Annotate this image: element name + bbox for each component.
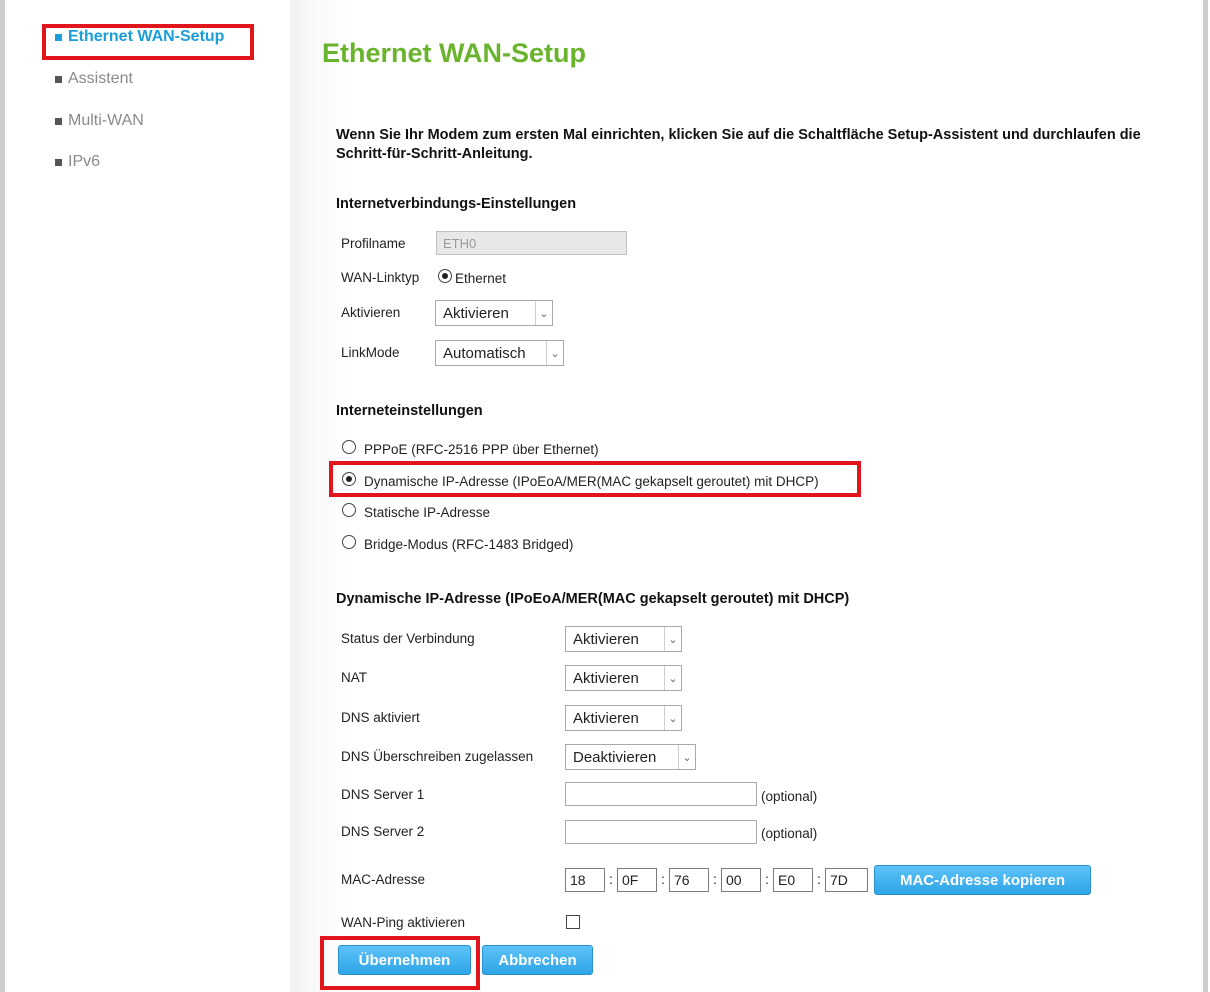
select-value: Aktivieren xyxy=(573,630,639,648)
bridge-mode-label: Bridge-Modus (RFC-1483 Bridged) xyxy=(364,537,574,552)
chevron-down-icon: ⌄ xyxy=(664,666,681,690)
sidebar-item-label: IPv6 xyxy=(68,153,101,170)
highlight-frame xyxy=(329,461,861,497)
mac-segment-6[interactable] xyxy=(825,868,868,892)
bullet-icon xyxy=(55,75,62,83)
highlight-frame xyxy=(320,936,480,990)
sidebar-item-label: Multi-WAN xyxy=(68,112,144,129)
status-label: Status der Verbindung xyxy=(341,631,475,646)
mac-separator: : xyxy=(661,871,665,887)
select-value: Aktivieren xyxy=(443,304,509,322)
mac-segment-3[interactable] xyxy=(669,868,709,892)
bridge-mode-radio[interactable] xyxy=(342,535,356,549)
chevron-down-icon: ⌄ xyxy=(664,627,681,651)
section-title-internet: Interneteinstellungen xyxy=(336,403,483,419)
sidebar-item-label: Assistent xyxy=(68,70,133,87)
profile-label: Profilname xyxy=(341,236,406,251)
chevron-down-icon: ⌄ xyxy=(678,745,695,769)
bullet-icon xyxy=(55,117,62,125)
optional-label: (optional) xyxy=(761,826,818,841)
nat-select[interactable]: Aktivieren ⌄ xyxy=(565,665,682,691)
select-value: Aktivieren xyxy=(573,709,639,727)
copy-mac-button[interactable]: MAC-Adresse kopieren xyxy=(874,865,1091,895)
dns-server-2-input[interactable] xyxy=(565,820,757,844)
pppoe-label: PPPoE (RFC-2516 PPP über Ethernet) xyxy=(364,442,599,457)
mac-separator: : xyxy=(817,871,821,887)
bullet-icon xyxy=(55,158,62,166)
sidebar-item-ipv6[interactable]: IPv6 xyxy=(55,153,100,171)
wan-ping-checkbox[interactable] xyxy=(566,915,580,929)
select-value: Deaktivieren xyxy=(573,748,657,766)
cancel-button[interactable]: Abbrechen xyxy=(482,945,593,975)
mac-segment-4[interactable] xyxy=(721,868,761,892)
section-title-dhcp: Dynamische IP-Adresse (IPoEoA/MER(MAC ge… xyxy=(336,591,850,607)
chevron-down-icon: ⌄ xyxy=(664,706,681,730)
mac-separator: : xyxy=(609,871,613,887)
right-border xyxy=(1203,0,1208,992)
wan-linktype-label: WAN-Linktyp xyxy=(341,270,420,285)
activate-label: Aktivieren xyxy=(341,305,401,320)
page-title: Ethernet WAN-Setup xyxy=(322,38,587,68)
dns-server-1-input[interactable] xyxy=(565,782,757,806)
chevron-down-icon: ⌄ xyxy=(546,341,563,365)
mac-separator: : xyxy=(765,871,769,887)
mac-segment-2[interactable] xyxy=(617,868,657,892)
pppoe-radio[interactable] xyxy=(342,440,356,454)
linkmode-select[interactable]: Automatisch ⌄ xyxy=(435,340,564,366)
mac-segment-1[interactable] xyxy=(565,868,605,892)
chevron-down-icon: ⌄ xyxy=(535,301,552,325)
dns2-label: DNS Server 2 xyxy=(341,824,425,839)
intro-text: Wenn Sie Ihr Modem zum ersten Mal einric… xyxy=(336,127,1141,162)
status-select[interactable]: Aktivieren ⌄ xyxy=(565,626,682,652)
sidebar: Ethernet WAN-Setup Assistent Multi-WAN I… xyxy=(0,0,270,992)
ethernet-radio-label: Ethernet xyxy=(455,271,507,286)
mac-separator: : xyxy=(713,871,717,887)
ethernet-radio[interactable] xyxy=(438,269,452,283)
static-ip-radio[interactable] xyxy=(342,503,356,517)
dns-label: DNS aktiviert xyxy=(341,710,420,725)
select-value: Aktivieren xyxy=(573,669,639,687)
profile-name-field xyxy=(436,231,627,255)
mac-segment-5[interactable] xyxy=(773,868,813,892)
linkmode-label: LinkMode xyxy=(341,345,400,360)
optional-label: (optional) xyxy=(761,789,818,804)
section-title-connection: Internetverbindungs-Einstellungen xyxy=(336,196,577,212)
wan-ping-label: WAN-Ping aktivieren xyxy=(341,915,466,930)
static-ip-label: Statische IP-Adresse xyxy=(364,505,491,520)
sidebar-item-multi-wan[interactable]: Multi-WAN xyxy=(55,112,144,130)
nat-label: NAT xyxy=(341,670,367,685)
select-value: Automatisch xyxy=(443,344,526,362)
mac-label: MAC-Adresse xyxy=(341,872,426,887)
activate-select[interactable]: Aktivieren ⌄ xyxy=(435,300,553,326)
dns1-label: DNS Server 1 xyxy=(341,787,425,802)
highlight-frame xyxy=(42,24,254,60)
dns-override-select[interactable]: Deaktivieren ⌄ xyxy=(565,744,696,770)
sidebar-item-assistent[interactable]: Assistent xyxy=(55,70,133,88)
dns-override-label: DNS Überschreiben zugelassen xyxy=(341,749,534,764)
dns-select[interactable]: Aktivieren ⌄ xyxy=(565,705,682,731)
